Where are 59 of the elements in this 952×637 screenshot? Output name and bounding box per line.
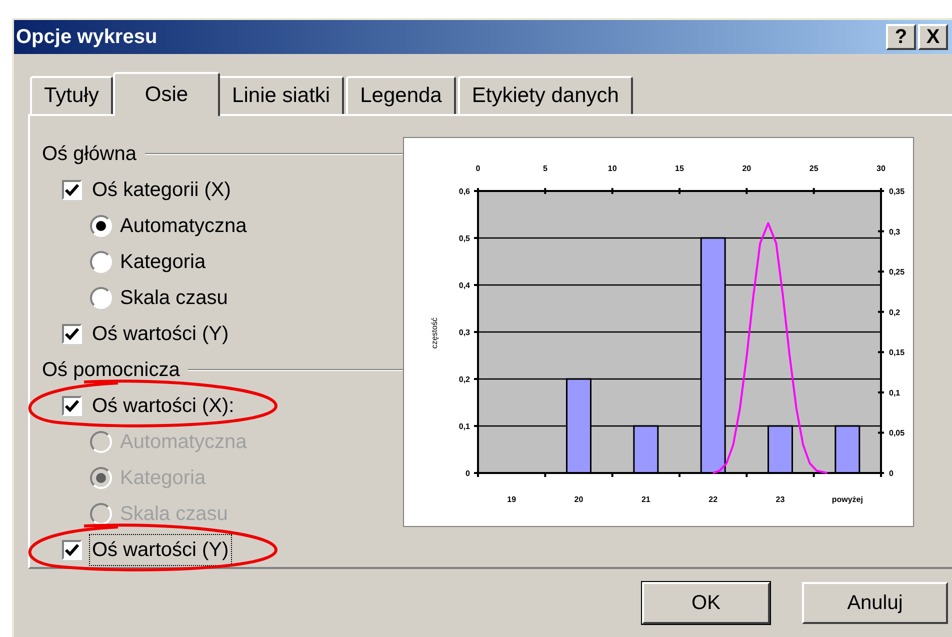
checkmark-icon bbox=[65, 400, 79, 412]
tab[interactable]: Tytuły bbox=[30, 76, 113, 114]
radio-option[interactable]: Automatyczna bbox=[118, 211, 249, 241]
axis-tick-label: 30 bbox=[876, 164, 886, 173]
axis-tick-label: 0,05 bbox=[889, 428, 905, 438]
checkbox[interactable] bbox=[62, 180, 82, 200]
axis-tick-label: 0,2 bbox=[458, 375, 470, 384]
axis-tick-label: 0 bbox=[466, 469, 470, 478]
tab[interactable]: Osie bbox=[112, 72, 220, 116]
axis-tick-label: powyżej bbox=[832, 495, 863, 504]
ok-button[interactable]: OK bbox=[642, 582, 770, 624]
checkbox-option[interactable]: Oś wartości (X): bbox=[90, 391, 236, 421]
axis-tick-label: 10 bbox=[608, 164, 617, 173]
tab[interactable]: Linie siatki bbox=[218, 76, 344, 114]
axis-tick-label: 0,5 bbox=[458, 234, 470, 243]
checkbox-option[interactable]: Oś wartości (Y) bbox=[90, 535, 231, 565]
axis-title: częstość bbox=[430, 317, 439, 349]
radio-button[interactable] bbox=[90, 287, 112, 309]
axis-tick-label: 0,1 bbox=[458, 422, 470, 431]
close-button[interactable]: X bbox=[918, 24, 948, 50]
axis-tick-label: 0,1 bbox=[889, 388, 900, 398]
radio-option[interactable]: Skala czasu bbox=[118, 283, 230, 313]
axis-tick-label: 0,6 bbox=[458, 187, 470, 196]
checkmark-icon bbox=[65, 544, 79, 556]
axis-tick-label: 25 bbox=[809, 164, 818, 173]
tab[interactable]: Etykiety danych bbox=[458, 76, 633, 114]
tab[interactable]: Legenda bbox=[346, 76, 456, 114]
checkmark-icon bbox=[65, 184, 79, 196]
axis-tick-label: 0 bbox=[476, 164, 480, 173]
axis-tick-label: 20 bbox=[574, 495, 584, 504]
checkbox-option[interactable]: Oś wartości (Y) bbox=[90, 319, 231, 349]
window-title: Opcje wykresu bbox=[16, 25, 158, 50]
help-button[interactable]: ? bbox=[886, 24, 916, 50]
radio-button[interactable] bbox=[90, 215, 112, 237]
axis-tick-label: 0,25 bbox=[889, 268, 905, 277]
axis-tick-label: 23 bbox=[776, 495, 785, 504]
axis-tick-label: 22 bbox=[708, 495, 718, 504]
axis-tick-label: 0,3 bbox=[458, 328, 470, 337]
checkbox[interactable] bbox=[62, 324, 82, 344]
axis-tick-label: 19 bbox=[507, 495, 516, 504]
group-title: Oś pomocnicza bbox=[42, 358, 180, 383]
axis-tick-label: 20 bbox=[742, 164, 752, 173]
radio-button[interactable] bbox=[90, 251, 112, 273]
axis-tick-label: 21 bbox=[641, 495, 650, 504]
checkmark-icon bbox=[65, 328, 79, 340]
axis-tick-label: 0,3 bbox=[889, 227, 900, 236]
axis-tick-label: 0,2 bbox=[889, 308, 900, 317]
axis-tick-label: 15 bbox=[675, 164, 684, 173]
radio-option[interactable]: Kategoria bbox=[118, 247, 208, 277]
axis-tick-label: 0,4 bbox=[458, 281, 470, 290]
checkbox[interactable] bbox=[62, 540, 82, 560]
checkbox[interactable] bbox=[62, 396, 82, 416]
group-title: Oś główna bbox=[42, 142, 136, 167]
axis-tick-label: 0 bbox=[889, 469, 894, 478]
axis-tick-label: 5 bbox=[542, 164, 548, 173]
checkbox-option[interactable]: Oś kategorii (X) bbox=[90, 175, 233, 205]
axis-tick-label: 0,35 bbox=[889, 187, 905, 196]
axis-tick-label: 0,15 bbox=[889, 348, 905, 358]
cancel-button[interactable]: Anuluj bbox=[802, 582, 948, 624]
